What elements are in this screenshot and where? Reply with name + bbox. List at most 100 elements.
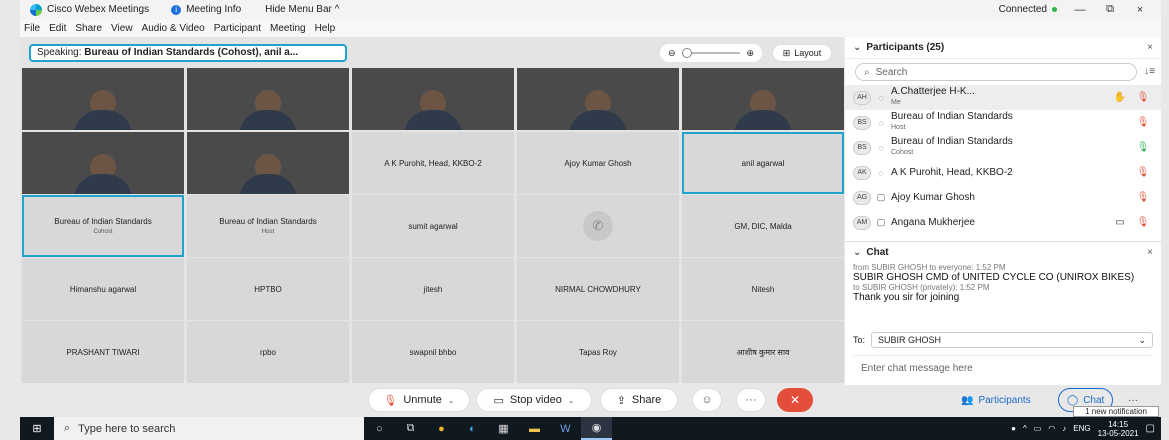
participant-name-tile[interactable]: GM, DIC, Malda	[682, 195, 844, 257]
participant-name-tile[interactable]: Bureau of Indian Standards Cohost	[22, 195, 184, 257]
close-participants-icon[interactable]: ×	[1147, 42, 1153, 53]
participant-video-tile[interactable]	[682, 68, 844, 130]
title-bar: Cisco Webex Meetings i Meeting Info Hide…	[20, 0, 1161, 19]
volume-icon[interactable]: ♪	[1062, 424, 1066, 433]
participant-video-tile[interactable]	[517, 68, 679, 130]
chat-recipient-select[interactable]: SUBIR GHOSH ⌄	[871, 332, 1153, 348]
participants-panel-button[interactable]: 👥 Participants	[953, 388, 1039, 412]
language-indicator[interactable]: ENG	[1073, 424, 1090, 433]
battery-icon[interactable]: ▭	[1034, 424, 1042, 433]
mic-on-icon[interactable]: 🎙	[1133, 142, 1153, 153]
menu-edit[interactable]: Edit	[49, 23, 66, 34]
mic-muted-icon[interactable]: 🎙	[1133, 92, 1153, 103]
mic-muted-icon[interactable]: 🎙	[1133, 167, 1153, 178]
participant-name-tile[interactable]: Nitesh	[682, 258, 844, 320]
participant-row[interactable]: AH ◌ A.Chatterjee H-K... Me ✋ 🎙	[845, 85, 1161, 110]
participant-name-tile[interactable]: आशीष कुमार साव	[682, 321, 844, 383]
zoom-out-icon[interactable]: ⊖	[668, 48, 676, 59]
chrome-icon[interactable]: ●	[426, 417, 457, 440]
menu-participant[interactable]: Participant	[214, 23, 261, 34]
video-camera-icon: ▭	[493, 394, 504, 407]
participant-video-tile[interactable]	[22, 132, 184, 194]
reactions-button[interactable]: ☺	[692, 388, 722, 412]
zoom-slider[interactable]: ⊖ ⊕	[660, 44, 762, 62]
participant-name-tile[interactable]: jitesh	[352, 258, 514, 320]
meeting-info-tab[interactable]: i Meeting Info	[159, 0, 253, 19]
participant-name-tile[interactable]: swapnil bhbo	[352, 321, 514, 383]
participant-row[interactable]: AK ◌ A K Purohit, Head, KKBO-2 🎙	[845, 160, 1161, 185]
unmute-button[interactable]: 🎙 Unmute ⌄	[368, 388, 470, 412]
close-icon: ✕	[789, 393, 801, 407]
participant-row[interactable]: AG ▢ Ajoy Kumar Ghosh 🎙	[845, 185, 1161, 210]
participant-name-tile[interactable]: NIRMAL CHOWDHURY	[517, 258, 679, 320]
participant-name-tile[interactable]: A K Purohit, Head, KKBO-2	[352, 132, 514, 194]
chevron-down-icon[interactable]: ⌄	[568, 396, 575, 405]
webex-tray-icon[interactable]: ●	[1011, 424, 1016, 433]
participant-video-body	[569, 110, 627, 130]
webex-taskbar-icon[interactable]: ◉	[581, 417, 612, 440]
phone-participant-tile[interactable]: ✆	[517, 195, 679, 257]
collapse-chevron-icon[interactable]: ⌄	[853, 247, 861, 258]
avatar: AG	[853, 190, 871, 205]
participant-name-tile[interactable]: HPTBO	[187, 258, 349, 320]
participant-name-tile[interactable]: Himanshu agarwal	[22, 258, 184, 320]
mic-muted-icon[interactable]: 🎙	[1133, 192, 1153, 203]
participant-video-tile[interactable]	[187, 68, 349, 130]
sort-icon[interactable]: ↓≡	[1144, 66, 1155, 77]
store-icon[interactable]: ▦	[488, 417, 519, 440]
participant-row[interactable]: AM ▢ Angana Mukherjee ▭ 🎙	[845, 210, 1161, 235]
edge-icon[interactable]: ◐	[457, 417, 488, 440]
hide-menu-bar-button[interactable]: Hide Menu Bar ^	[253, 0, 351, 19]
participant-row[interactable]: BS ◌ Bureau of Indian Standards Cohost 🎙	[845, 135, 1161, 160]
participant-name-tile[interactable]: rpbo	[187, 321, 349, 383]
more-icon: ···	[745, 394, 757, 406]
word-icon[interactable]: W	[550, 417, 581, 440]
participant-list: AH ◌ A.Chatterjee H-K... Me ✋ 🎙 BS ◌ Bureau of I…	[845, 85, 1161, 237]
menu-help[interactable]: Help	[315, 23, 336, 34]
menu-audio-video[interactable]: Audio & Video	[142, 23, 205, 34]
menu-share[interactable]: Share	[75, 23, 102, 34]
stop-video-button[interactable]: ▭ Stop video ⌄	[476, 388, 592, 412]
participant-name: A.Chatterjee H-K... Me	[891, 86, 975, 107]
restore-button[interactable]: ⧉	[1103, 3, 1117, 16]
zoom-in-icon[interactable]: ⊕	[746, 48, 754, 59]
clock[interactable]: 14:15 13-05-2021	[1098, 420, 1139, 438]
more-options-button[interactable]: ···	[736, 388, 766, 412]
menu-file[interactable]: File	[24, 23, 40, 34]
zoom-knob[interactable]	[681, 48, 692, 58]
end-meeting-button[interactable]: ✕	[777, 388, 813, 412]
menu-meeting[interactable]: Meeting	[270, 23, 306, 34]
close-button[interactable]: ×	[1133, 4, 1147, 16]
participant-name-tile[interactable]: anil agarwal	[682, 132, 844, 194]
minimize-button[interactable]: —	[1073, 4, 1087, 16]
chevron-down-icon[interactable]: ⌄	[448, 396, 455, 405]
participant-row[interactable]: BS ◌ Bureau of Indian Standards Host 🎙	[845, 110, 1161, 135]
participant-name-tile[interactable]: PRASHANT TIWARI	[22, 321, 184, 383]
participant-name-tile[interactable]: Bureau of Indian Standards Host	[187, 195, 349, 257]
participant-name-tile[interactable]: Tapas Roy	[517, 321, 679, 383]
chat-message-input[interactable]: Enter chat message here	[853, 355, 1153, 381]
participant-name-tile[interactable]: Ajoy Kumar Ghosh	[517, 132, 679, 194]
task-view-icon[interactable]: ○	[364, 417, 395, 440]
network-icon[interactable]: ◠	[1048, 424, 1055, 433]
notifications-icon[interactable]: ▢	[1146, 423, 1155, 434]
collapse-chevron-icon[interactable]: ⌄	[853, 42, 861, 53]
layout-button[interactable]: ⊞ Layout	[772, 44, 832, 62]
close-chat-icon[interactable]: ×	[1147, 247, 1153, 258]
windows-start-icon[interactable]: ⊞	[20, 422, 54, 435]
taskbar-search-input[interactable]: ⌕ Type here to search	[54, 417, 364, 440]
task-switch-icon[interactable]: ⧉	[395, 417, 426, 440]
show-hidden-icons-icon[interactable]: ^	[1023, 424, 1027, 433]
participant-video-tile[interactable]	[352, 68, 514, 130]
participant-video-tile[interactable]	[187, 132, 349, 194]
share-button[interactable]: ⇪ Share	[600, 388, 678, 412]
file-explorer-icon[interactable]: ▬	[519, 417, 550, 440]
menu-view[interactable]: View	[111, 23, 133, 34]
participant-video-tile[interactable]	[22, 68, 184, 130]
participant-search-input[interactable]: ⌕ Search	[855, 63, 1137, 81]
mic-muted-icon[interactable]: 🎙	[1133, 217, 1153, 228]
windows-taskbar: ⊞ ⌕ Type here to search ○ ⧉ ● ◐ ▦ ▬ W ◉ …	[20, 417, 1161, 440]
mic-muted-icon[interactable]: 🎙	[1133, 117, 1153, 128]
tile-participant-name: A K Purohit, Head, KKBO-2	[384, 158, 482, 168]
participant-name-tile[interactable]: sumit agarwal	[352, 195, 514, 257]
